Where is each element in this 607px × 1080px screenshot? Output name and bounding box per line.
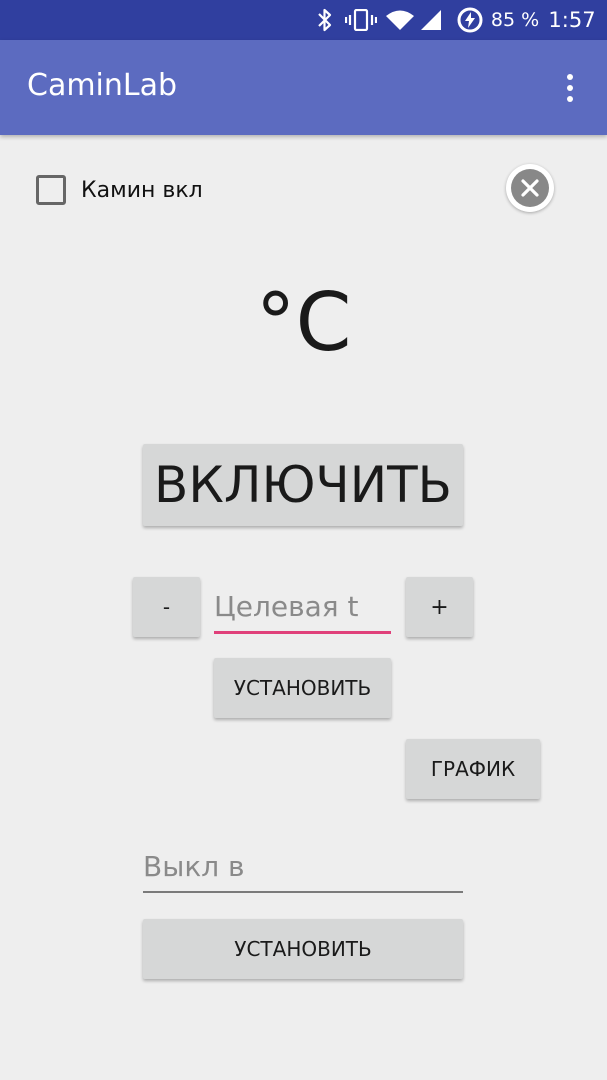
fireplace-checkbox[interactable] — [36, 175, 66, 205]
battery-saver-icon — [454, 0, 486, 40]
close-circle-icon — [511, 169, 549, 207]
set-off-time-button[interactable]: УСТАНОВИТЬ — [143, 919, 463, 979]
off-time-input[interactable]: Выкл в — [143, 845, 463, 893]
battery-percent: 85 % — [490, 9, 540, 31]
fireplace-toggle[interactable]: Камин вкл — [36, 170, 203, 210]
bluetooth-icon — [312, 0, 338, 40]
target-temp-input[interactable]: Целевая t — [214, 582, 391, 634]
temperature-display: °C — [255, 276, 352, 369]
cell-signal-icon — [418, 0, 444, 40]
clock: 1:57 — [548, 8, 596, 32]
vibrate-icon — [344, 0, 378, 40]
wifi-icon — [384, 0, 416, 40]
decrease-temp-button[interactable]: - — [133, 577, 200, 637]
status-bar: 85 % 1:57 — [0, 0, 607, 40]
power-on-button[interactable]: ВКЛЮЧИТЬ — [143, 444, 463, 526]
increase-temp-button[interactable]: + — [406, 577, 473, 637]
fireplace-checkbox-label: Камин вкл — [81, 177, 203, 203]
close-button[interactable] — [506, 164, 554, 212]
app-bar: CaminLab — [0, 40, 607, 135]
app-title: CaminLab — [27, 68, 178, 103]
set-target-temp-button[interactable]: УСТАНОВИТЬ — [214, 658, 391, 718]
chart-button[interactable]: ГРАФИК — [406, 739, 540, 799]
more-vert-icon[interactable] — [553, 66, 587, 110]
